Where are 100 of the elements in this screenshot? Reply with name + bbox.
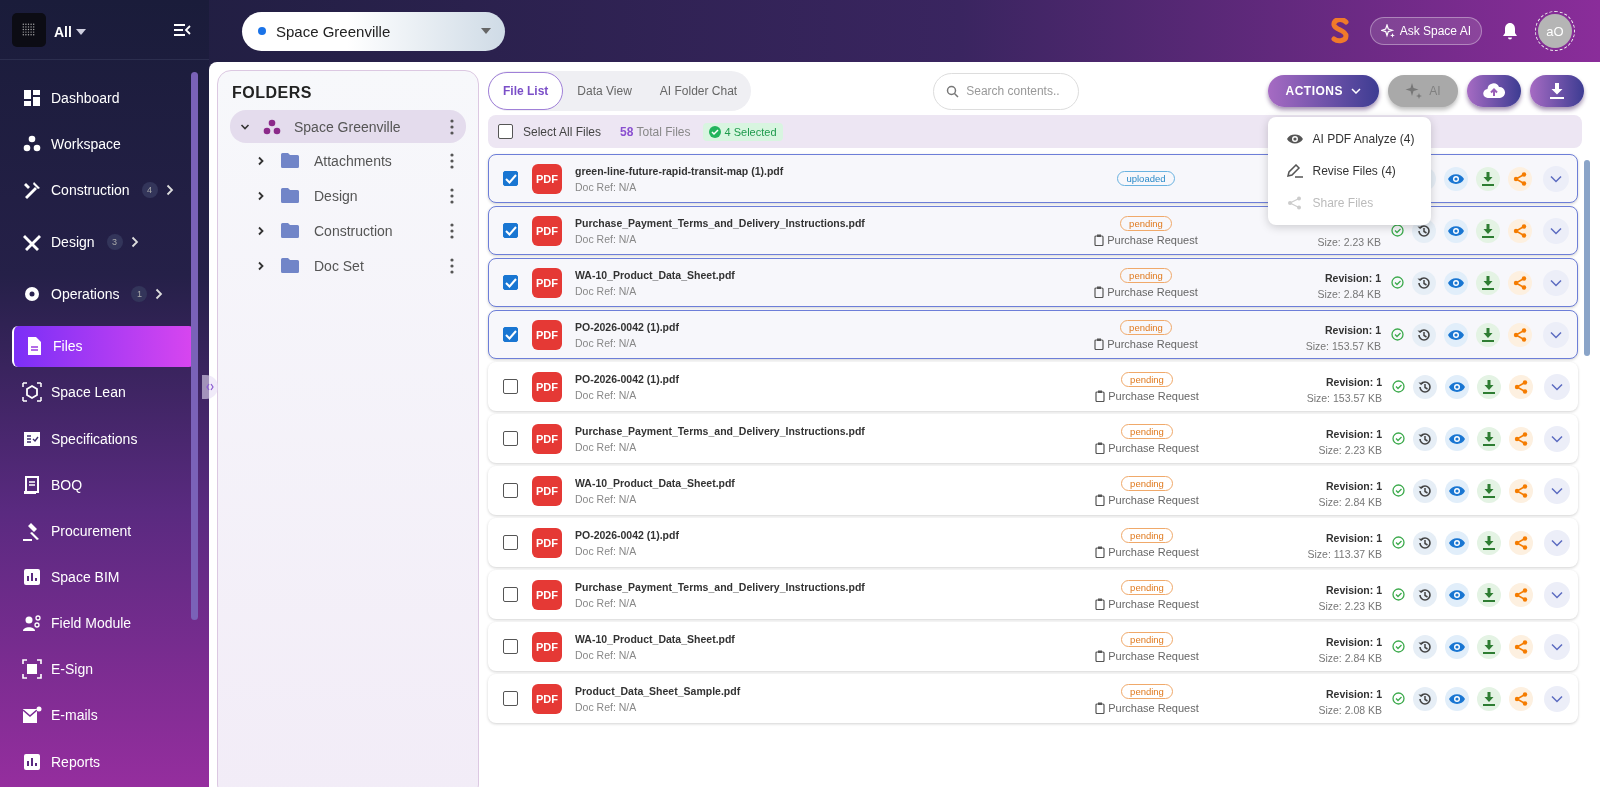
view-icon[interactable] <box>1445 634 1469 659</box>
more-options-icon[interactable] <box>450 187 454 204</box>
expand-row-icon[interactable] <box>1544 633 1570 660</box>
expand-row-icon[interactable] <box>1544 581 1570 608</box>
download-icon[interactable] <box>1476 166 1500 191</box>
share-icon[interactable] <box>1509 478 1533 503</box>
collapse-menu-icon[interactable] <box>173 22 191 37</box>
folder-name[interactable]: Doc Set <box>314 257 364 274</box>
file-name[interactable]: WA-10_Product_Data_Sheet.pdf <box>575 268 1071 281</box>
more-options-icon[interactable] <box>450 152 454 169</box>
download-icon[interactable] <box>1477 374 1501 399</box>
sidebar-item[interactable]: BOQ <box>12 464 195 506</box>
download-icon[interactable] <box>1477 530 1501 555</box>
sidebar-item[interactable]: E-Sign <box>12 648 195 690</box>
more-options-icon[interactable] <box>450 118 454 135</box>
file-name[interactable]: PO-2026-0042 (1).pdf <box>575 528 1072 541</box>
sidebar-item[interactable]: Dashboard <box>12 77 195 119</box>
sidebar-item[interactable]: Design 3 <box>12 221 195 263</box>
history-icon[interactable] <box>1413 374 1437 399</box>
file-name[interactable]: Product_Data_Sheet_Sample.pdf <box>575 684 1072 697</box>
scrollbar[interactable] <box>191 72 198 620</box>
view-icon[interactable] <box>1445 374 1469 399</box>
ask-ai-button[interactable]: Ask Space AI <box>1369 17 1482 45</box>
expand-toggle-icon[interactable] <box>256 260 266 271</box>
view-icon[interactable] <box>1445 686 1469 711</box>
history-icon[interactable] <box>1413 530 1437 555</box>
view-icon[interactable] <box>1444 166 1468 191</box>
download-icon[interactable] <box>1476 218 1500 243</box>
sidebar-item[interactable]: Procurement <box>12 510 195 552</box>
history-icon[interactable] <box>1412 322 1436 347</box>
expand-row-icon[interactable] <box>1543 269 1569 296</box>
file-row[interactable]: PDF PO-2026-0042 (1).pdf Doc Ref: N/A pending Purchase Request Revision: 1 Size: 153.57 KB <box>488 362 1578 411</box>
download-icon[interactable] <box>1476 322 1500 347</box>
file-name[interactable]: Purchase_Payment_Terms_and_Delivery_Instructions.pdf <box>575 580 1072 593</box>
history-icon[interactable] <box>1413 686 1437 711</box>
search-field[interactable]: Search contents.. <box>933 72 1080 110</box>
history-icon[interactable] <box>1413 582 1437 607</box>
more-options-icon[interactable] <box>450 222 454 239</box>
expand-toggle-icon[interactable] <box>256 155 266 166</box>
download-icon[interactable] <box>1477 582 1501 607</box>
download-icon[interactable] <box>1477 426 1501 451</box>
share-icon[interactable] <box>1509 634 1533 659</box>
file-name[interactable]: PO-2026-0042 (1).pdf <box>575 372 1072 385</box>
checkbox[interactable] <box>503 275 518 290</box>
menu-item[interactable]: AI PDF Analyze (4) <box>1267 123 1431 155</box>
view-icon[interactable] <box>1444 270 1468 295</box>
expand-row-icon[interactable] <box>1544 685 1570 712</box>
checkbox[interactable] <box>503 327 518 342</box>
expand-row-icon[interactable] <box>1543 321 1569 348</box>
sidebar-item[interactable]: Operations 1 <box>12 273 195 315</box>
expand-row-icon[interactable] <box>1543 165 1569 192</box>
sidebar-item[interactable]: Workspace <box>12 123 195 165</box>
expand-row-icon[interactable] <box>1544 477 1570 504</box>
share-icon[interactable] <box>1509 426 1533 451</box>
checkbox[interactable] <box>498 124 513 139</box>
share-icon[interactable] <box>1509 530 1533 555</box>
history-icon[interactable] <box>1412 270 1436 295</box>
folder-name[interactable]: Construction <box>314 222 393 239</box>
checkbox[interactable] <box>503 379 518 394</box>
scrollbar[interactable] <box>1584 160 1590 356</box>
view-icon[interactable] <box>1445 426 1469 451</box>
download-icon[interactable] <box>1477 478 1501 503</box>
view-tab[interactable]: AI Folder Chat <box>645 72 752 110</box>
expand-row-icon[interactable] <box>1544 529 1570 556</box>
share-icon[interactable] <box>1509 374 1533 399</box>
view-icon[interactable] <box>1445 530 1469 555</box>
checkbox[interactable] <box>503 431 518 446</box>
file-name[interactable]: Purchase_Payment_Terms_and_Delivery_Instructions.pdf <box>575 424 1072 437</box>
file-row[interactable]: PDF WA-10_Product_Data_Sheet.pdf Doc Ref: N/A pending Purchase Request Revision: 1 Size: 2.84 KB <box>488 258 1578 307</box>
checkbox[interactable] <box>503 223 518 238</box>
file-row[interactable]: PDF WA-10_Product_Data_Sheet.pdf Doc Ref: N/A pending Purchase Request Revision: 1 Size: 2.84 KB <box>488 622 1578 671</box>
share-icon[interactable] <box>1509 686 1533 711</box>
file-name[interactable]: Purchase_Payment_Terms_and_Delivery_Instructions.pdf <box>575 216 1071 229</box>
file-row[interactable]: PDF Purchase_Payment_Terms_and_Delivery_Instructions.pdf Doc Ref: N/A pending Purchase Request Revision: 1 Size: 2.23 KB <box>488 414 1578 463</box>
caret-icon[interactable] <box>75 28 86 35</box>
file-row[interactable]: PDF Purchase_Payment_Terms_and_Delivery_Instructions.pdf Doc Ref: N/A pending Purchase Request Revision: 1 Size: 2.23 KB <box>488 570 1578 619</box>
expand-toggle-icon[interactable] <box>256 225 266 236</box>
download-icon[interactable] <box>1477 634 1501 659</box>
resize-handle[interactable] <box>202 375 218 399</box>
history-icon[interactable] <box>1413 426 1437 451</box>
sidebar-item[interactable]: Specifications <box>12 418 195 460</box>
sidebar-item[interactable]: Construction 4 <box>12 169 195 211</box>
sidebar-item[interactable]: Reports <box>12 740 195 783</box>
folder-name[interactable]: Attachments <box>314 152 392 169</box>
expand-row-icon[interactable] <box>1543 217 1569 244</box>
file-row[interactable]: PDF PO-2026-0042 (1).pdf Doc Ref: N/A pending Purchase Request Revision: 1 Size: 113.37 KB <box>488 518 1578 567</box>
file-row[interactable]: PDF Product_Data_Sheet_Sample.pdf Doc Ref: N/A pending Purchase Request Revision: 1 Size: 2.08 KB <box>488 674 1578 723</box>
view-tab[interactable]: Data View <box>563 72 646 110</box>
share-icon[interactable] <box>1509 582 1533 607</box>
space-selector[interactable]: Space Greenville <box>242 11 505 51</box>
view-icon[interactable] <box>1444 322 1468 347</box>
checkbox[interactable] <box>503 483 518 498</box>
file-name[interactable]: green-line-future-rapid-transit-map (1).pdf <box>575 164 1071 177</box>
checkbox[interactable] <box>503 535 518 550</box>
share-icon[interactable] <box>1508 322 1532 347</box>
view-icon[interactable] <box>1445 478 1469 503</box>
bell-icon[interactable] <box>1502 22 1518 40</box>
download-icon[interactable] <box>1476 270 1500 295</box>
view-icon[interactable] <box>1445 582 1469 607</box>
file-name[interactable]: WA-10_Product_Data_Sheet.pdf <box>575 632 1072 645</box>
